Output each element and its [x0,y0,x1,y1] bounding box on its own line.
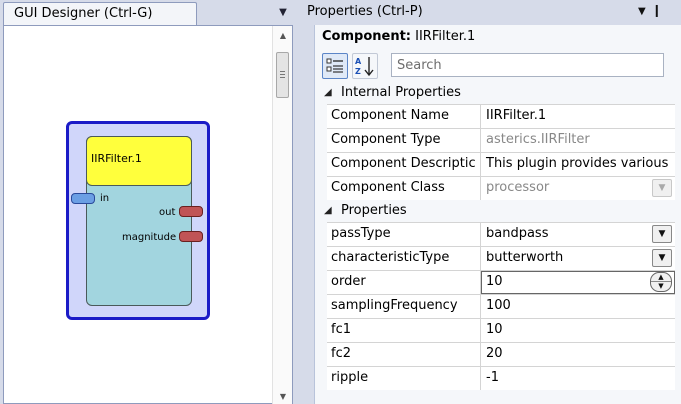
properties-titlebar: Properties (Ctrl-P) ▼ ❙ [302,0,681,25]
categorized-view-button[interactable] [322,53,348,79]
component-title: IIRFilter.1 [86,136,192,186]
prop-name: Component Descriptic [327,153,481,176]
prop-value-text: butterworth [486,250,564,265]
properties-title: Properties (Ctrl-P) [307,4,423,19]
sort-az-icon: A Z [355,57,374,77]
prop-row-samplingfrequency[interactable]: samplingFrequency 100 [327,294,675,318]
vertical-scrollbar[interactable]: ▲ ▼ [272,26,292,404]
properties-panel: Properties (Ctrl-P) ▼ ❙ Component: IIRFil… [302,0,681,404]
prop-row-component-name[interactable]: Component Name IIRFilter.1 [327,104,675,128]
input-port-label: in [100,193,110,204]
collapse-triangle-icon[interactable]: ◢ [324,200,332,222]
gui-designer-canvas[interactable]: IIRFilter.1 in out magnitude ▲ ▼ [3,25,293,404]
gui-designer-panel: GUI Designer (Ctrl-G) ▼ IIRFilter.1 in o… [0,0,298,404]
scroll-up-icon[interactable]: ▲ [273,28,293,44]
prop-name: characteristicType [327,247,481,270]
prop-value[interactable]: 10 ▲ ▼ [481,271,675,294]
category-label: Properties [341,203,407,218]
scroll-thumb[interactable] [276,52,289,98]
prop-row-fc1[interactable]: fc1 10 [327,318,675,342]
prop-name: ripple [327,367,481,390]
scroll-down-icon[interactable]: ▼ [273,389,293,404]
prop-value[interactable]: butterworth ▼ [481,247,675,270]
prop-row-characteristictype[interactable]: characteristicType butterworth ▼ [327,246,675,270]
prop-name: passType [327,223,481,246]
svg-text:A: A [355,57,362,66]
prop-name: fc2 [327,343,481,366]
panel-menu-dropdown-icon[interactable]: ▼ [276,7,290,19]
component-body: IIRFilter.1 [86,136,192,306]
prop-value[interactable]: IIRFilter.1 [481,105,675,128]
prop-name: samplingFrequency [327,295,481,318]
prop-name: Component Type [327,129,481,152]
prop-value[interactable]: 20 [481,343,675,366]
prop-name: fc1 [327,319,481,342]
output-port-label-magnitude: magnitude [122,232,177,243]
prop-value[interactable]: bandpass ▼ [481,223,675,246]
prop-value-text: bandpass [486,226,549,241]
prop-row-ripple[interactable]: ripple -1 [327,366,675,390]
category-internal-properties[interactable]: ◢ Internal Properties [315,82,681,104]
prop-row-fc2[interactable]: fc2 20 [327,342,675,366]
prop-value-text[interactable]: 10 [486,274,503,289]
properties-content: Component: IIRFilter.1 A Z Search ◢ Inte… [314,25,681,404]
prop-name: Component Class [327,177,481,200]
category-properties[interactable]: ◢ Properties [315,200,681,222]
component-box-iirfilter[interactable]: IIRFilter.1 [66,121,210,320]
component-label: Component: [322,29,411,44]
prop-value: processor ▼ [481,177,675,200]
prop-row-component-class[interactable]: Component Class processor ▼ [327,176,675,200]
svg-text:Z: Z [355,67,361,76]
categorized-list-icon [326,58,343,73]
dropdown-arrow-icon[interactable]: ▼ [652,249,672,267]
dropdown-arrow-icon[interactable]: ▼ [652,225,672,243]
component-line: Component: IIRFilter.1 [322,29,475,45]
numeric-spinner[interactable]: ▲ ▼ [650,272,672,292]
spin-up-icon[interactable]: ▲ [651,273,671,282]
prop-value-text: processor [486,180,550,195]
pin-icon[interactable]: ❙ [652,3,662,17]
input-port-in[interactable] [71,193,95,204]
prop-row-order[interactable]: order 10 ▲ ▼ [327,270,675,294]
collapse-triangle-icon[interactable]: ◢ [324,82,332,104]
prop-value[interactable]: This plugin provides various [481,153,675,176]
output-port-magnitude[interactable] [179,231,203,242]
category-label: Internal Properties [341,85,461,100]
panel-dropdown-icon[interactable]: ▼ [638,6,646,17]
prop-row-passtype[interactable]: passType bandpass ▼ [327,222,675,246]
prop-name: Component Name [327,105,481,128]
search-input[interactable] [391,53,664,77]
prop-value[interactable]: 10 [481,319,675,342]
output-port-out[interactable] [179,206,203,217]
prop-value: asterics.IIRFilter [481,129,675,152]
alphabetical-sort-button[interactable]: A Z [352,53,378,79]
gui-designer-tab[interactable]: GUI Designer (Ctrl-G) [3,2,197,25]
output-port-label-out: out [159,207,176,218]
dropdown-arrow-icon: ▼ [652,179,672,197]
component-value: IIRFilter.1 [415,29,476,44]
prop-name: order [327,271,481,294]
prop-value[interactable]: -1 [481,367,675,390]
prop-row-component-type[interactable]: Component Type asterics.IIRFilter [327,128,675,152]
prop-value[interactable]: 100 [481,295,675,318]
prop-row-component-description[interactable]: Component Descriptic This plugin provide… [327,152,675,176]
spin-down-icon[interactable]: ▼ [651,282,671,291]
